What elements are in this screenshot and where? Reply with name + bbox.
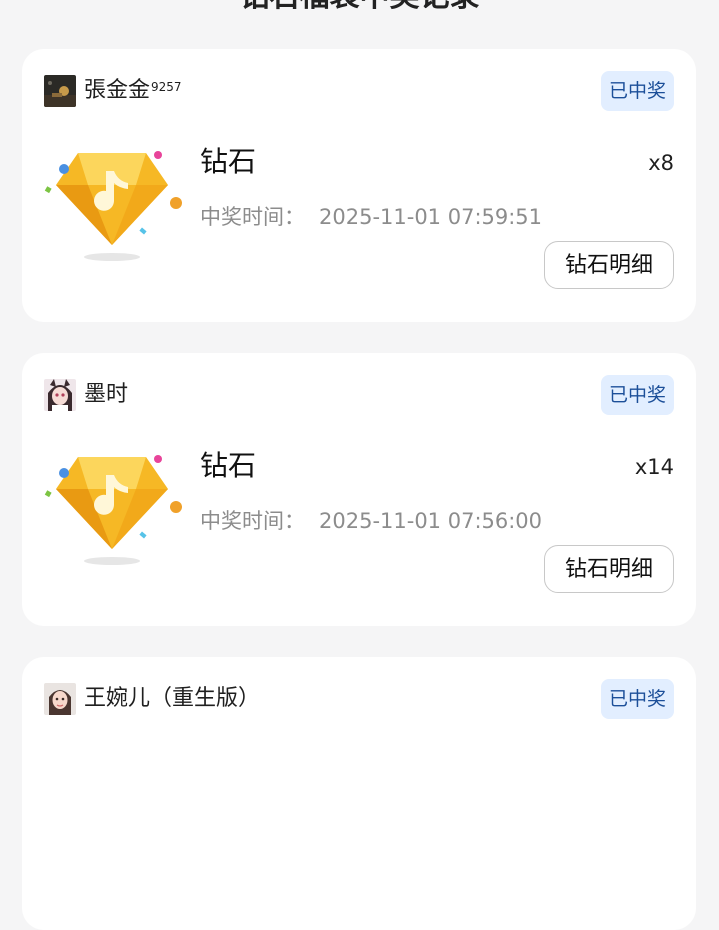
- status-badge: 已中奖: [600, 375, 674, 415]
- diamond-detail-button[interactable]: 钻石明细: [544, 241, 674, 289]
- user-name-superscript: 9257: [151, 80, 182, 94]
- win-time-label: 中奖时间：: [200, 509, 305, 533]
- user-avatar[interactable]: [44, 75, 76, 107]
- user-name[interactable]: 王婉儿（重生版）: [84, 683, 260, 715]
- prize-name: 钻石: [200, 145, 257, 178]
- prize-image: [44, 145, 184, 265]
- prize-quantity: x14: [634, 455, 674, 479]
- prize-image: [44, 449, 184, 569]
- diamond-music-note-icon: [44, 151, 182, 261]
- dark-scene-avatar-icon: [44, 75, 76, 107]
- user-name-text: 王婉儿（重生版）: [84, 686, 261, 711]
- win-time-value: 2025-11-01 07:56:00: [319, 509, 543, 533]
- page-title: 钻石福袋中奖记录: [0, 0, 719, 14]
- diamond-detail-button[interactable]: 钻石明细: [544, 545, 674, 593]
- win-time: 中奖时间： 2025-11-01 07:56:00: [200, 505, 542, 537]
- record-card: 墨时 已中奖 钻石 x14 中奖时间： 2025-11-01 07:56:00 钻…: [22, 353, 696, 626]
- card-header: 墨时 已中奖: [44, 375, 674, 415]
- user-name-text: 墨时: [84, 382, 129, 407]
- card-header: 張金金9257 已中奖: [44, 71, 674, 111]
- anime-girl-avatar-icon: [44, 379, 76, 411]
- record-card: 王婉儿（重生版） 已中奖: [22, 657, 696, 930]
- win-time: 中奖时间： 2025-11-01 07:59:51: [200, 201, 542, 233]
- user-avatar[interactable]: [44, 379, 76, 411]
- win-time-value: 2025-11-01 07:59:51: [319, 205, 543, 229]
- win-time-label: 中奖时间：: [200, 205, 305, 229]
- user-name[interactable]: 張金金9257: [84, 75, 182, 107]
- status-badge: 已中奖: [600, 71, 674, 111]
- prize-quantity: x8: [648, 151, 674, 175]
- status-badge: 已中奖: [600, 679, 674, 719]
- prize-name: 钻石: [200, 449, 257, 482]
- user-name-text: 張金金: [84, 78, 151, 103]
- user-avatar[interactable]: [44, 683, 76, 715]
- girl-portrait-avatar-icon: [44, 683, 76, 715]
- diamond-music-note-icon: [44, 455, 182, 565]
- user-name[interactable]: 墨时: [84, 379, 128, 411]
- card-header: 王婉儿（重生版） 已中奖: [44, 679, 674, 719]
- record-card: 張金金9257 已中奖 钻石 x8 中奖时间： 2025-11-01 07:59:…: [22, 49, 696, 322]
